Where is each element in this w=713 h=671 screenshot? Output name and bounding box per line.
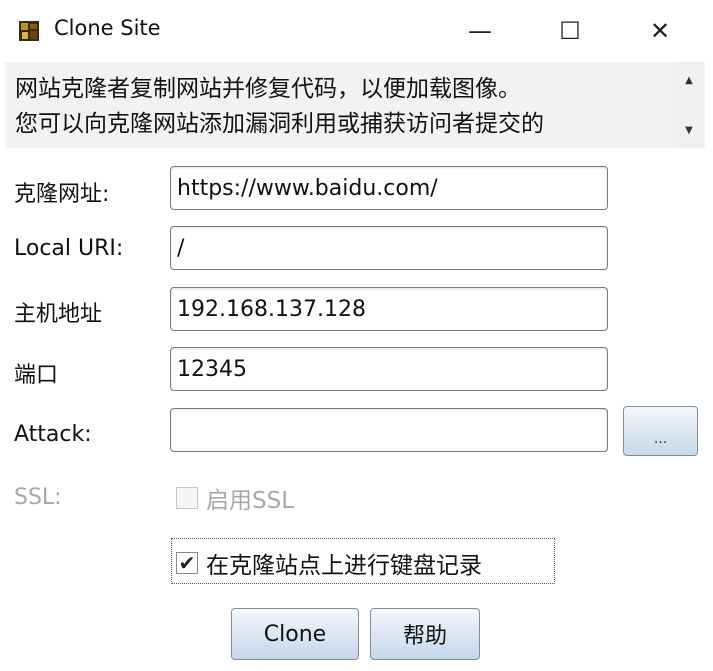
keylog-checkbox[interactable]: ✔ bbox=[176, 551, 198, 575]
maximize-icon: ☐ bbox=[559, 17, 581, 45]
scroll-down-arrow-icon[interactable]: ▼ bbox=[678, 118, 700, 142]
minimize-icon: — bbox=[468, 17, 492, 45]
clone-url-input[interactable] bbox=[170, 166, 608, 210]
scroll-up-arrow-icon[interactable]: ▲ bbox=[678, 68, 700, 92]
keylog-checkbox-label: 在克隆站点上进行键盘记录 bbox=[206, 553, 482, 579]
minimize-button[interactable]: — bbox=[445, 0, 515, 62]
keylog-checkbox-row[interactable]: ✔ 在克隆站点上进行键盘记录 bbox=[176, 546, 482, 580]
description-line: 网站克隆者复制网站并修复代码，以便加载图像。 bbox=[15, 76, 521, 102]
description-scrollbar[interactable]: ▲ ▼ bbox=[674, 62, 704, 148]
close-icon: ✕ bbox=[649, 17, 671, 45]
ssl-checkbox[interactable] bbox=[176, 487, 198, 509]
host-label: 主机地址 bbox=[14, 302, 103, 327]
clone-button[interactable]: Clone bbox=[231, 608, 359, 660]
description-textarea[interactable]: 网站克隆者复制网站并修复代码，以便加载图像。 您可以向克隆网站添加漏洞利用或捕获… bbox=[5, 62, 705, 148]
maximize-button[interactable]: ☐ bbox=[535, 0, 605, 62]
close-button[interactable]: ✕ bbox=[625, 0, 695, 62]
browse-button[interactable]: ... bbox=[623, 406, 698, 456]
local-uri-label: Local URI: bbox=[14, 236, 124, 261]
window-title: Clone Site bbox=[54, 16, 161, 40]
app-icon bbox=[19, 21, 39, 41]
port-input[interactable] bbox=[170, 347, 608, 391]
clone-url-label: 克隆网址: bbox=[14, 182, 110, 207]
host-input[interactable] bbox=[170, 287, 608, 331]
help-button[interactable]: 帮助 bbox=[370, 608, 480, 660]
port-label: 端口 bbox=[14, 363, 59, 388]
attack-input[interactable] bbox=[170, 408, 608, 452]
description-text: 网站克隆者复制网站并修复代码，以便加载图像。 您可以向克隆网站添加漏洞利用或捕获… bbox=[15, 72, 670, 142]
local-uri-input[interactable] bbox=[170, 226, 608, 270]
title-bar: Clone Site — ☐ ✕ bbox=[0, 0, 713, 62]
ssl-label: SSL: bbox=[14, 485, 62, 510]
checkmark-icon: ✔ bbox=[178, 551, 196, 575]
attack-label: Attack: bbox=[14, 422, 92, 447]
ssl-checkbox-row[interactable]: 启用SSL bbox=[176, 481, 294, 515]
description-line: 您可以向克隆网站添加漏洞利用或捕获访问者提交的 bbox=[15, 111, 544, 137]
ssl-checkbox-label: 启用SSL bbox=[206, 488, 295, 514]
